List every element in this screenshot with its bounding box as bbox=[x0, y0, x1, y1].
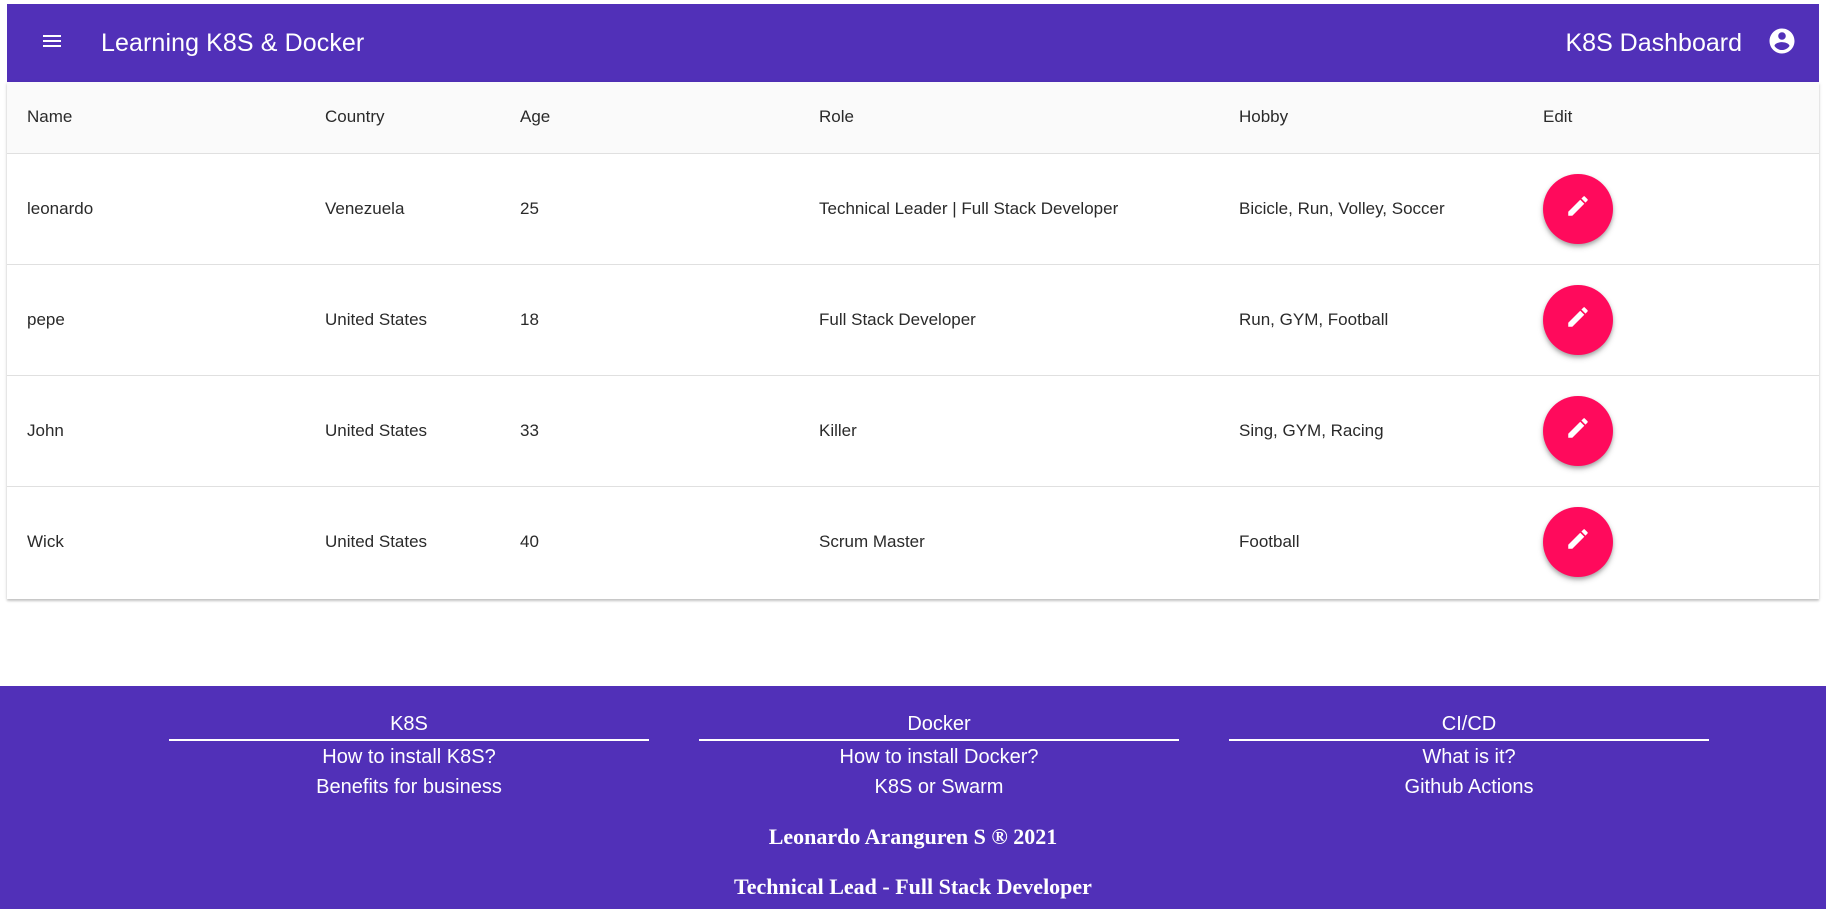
cell-age: 40 bbox=[520, 531, 539, 551]
footer-column-title: CI/CD bbox=[1229, 712, 1709, 741]
edit-button[interactable] bbox=[1543, 284, 1613, 355]
footer-column-title: K8S bbox=[169, 712, 649, 741]
footer-link[interactable]: Benefits for business bbox=[169, 772, 649, 802]
users-table: Name Country Age Role Hobby Edit leonard… bbox=[7, 82, 1819, 597]
table-header-row: Name Country Age Role Hobby Edit bbox=[7, 82, 1819, 154]
footer-column-title: Docker bbox=[699, 712, 1179, 741]
cell-edit bbox=[1543, 153, 1819, 265]
cell-age: 25 bbox=[520, 153, 819, 265]
footer-column-docker: Docker How to install Docker? K8S or Swa… bbox=[699, 712, 1179, 802]
cell-edit bbox=[1543, 375, 1819, 487]
pencil-icon bbox=[1565, 304, 1591, 335]
page: Learning K8S & Docker K8S Dashboard Name… bbox=[0, 0, 1826, 909]
column-header-country: Country bbox=[325, 82, 520, 154]
cell-hobby: Sing, GYM, Racing bbox=[1239, 375, 1543, 487]
cell-role: Technical Leader | Full Stack Developer bbox=[819, 153, 1239, 265]
column-header-name: Name bbox=[7, 82, 325, 154]
users-table-card: Name Country Age Role Hobby Edit leonard… bbox=[7, 82, 1819, 599]
app-title: Learning K8S & Docker bbox=[101, 28, 365, 57]
footer-role: Technical Lead - Full Stack Developer bbox=[734, 874, 1092, 899]
footer-link[interactable]: K8S or Swarm bbox=[699, 772, 1179, 802]
footer-column-k8s: K8S How to install K8S? Benefits for bus… bbox=[169, 712, 649, 802]
cell-country: United States bbox=[325, 264, 520, 376]
table-row: pepe United States 18 Full Stack Develop… bbox=[7, 264, 1819, 376]
cell-country: United States bbox=[325, 375, 520, 487]
cell-name: pepe bbox=[7, 264, 325, 376]
pencil-icon bbox=[1565, 526, 1591, 557]
cell-age: 18 bbox=[520, 264, 819, 376]
edit-button[interactable] bbox=[1543, 395, 1613, 466]
menu-button[interactable] bbox=[24, 15, 80, 71]
account-button[interactable] bbox=[1762, 23, 1802, 63]
column-header-age: Age bbox=[520, 82, 819, 154]
cell-age: 33 bbox=[520, 375, 819, 487]
cell-country: Venezuela bbox=[325, 153, 520, 265]
cell-country: United States bbox=[325, 531, 428, 551]
cell-name: John bbox=[7, 375, 325, 487]
cell-role: Scrum Master bbox=[819, 531, 925, 551]
footer-link[interactable]: What is it? bbox=[1229, 742, 1709, 772]
cell-edit bbox=[1543, 264, 1819, 376]
app-bar: Learning K8S & Docker K8S Dashboard bbox=[7, 4, 1819, 82]
footer-author: Leonardo Aranguren S ® 2021 bbox=[768, 824, 1058, 849]
hamburger-menu-icon bbox=[40, 29, 64, 58]
cell-edit bbox=[1543, 486, 1819, 597]
footer-link[interactable]: Github Actions bbox=[1229, 772, 1709, 802]
footer: K8S How to install K8S? Benefits for bus… bbox=[0, 686, 1826, 909]
account-circle-icon bbox=[1767, 26, 1797, 61]
column-header-role: Role bbox=[819, 82, 1239, 154]
footer-link[interactable]: How to install Docker? bbox=[699, 742, 1179, 772]
cell-hobby: Football bbox=[1239, 531, 1300, 551]
column-header-hobby: Hobby bbox=[1239, 82, 1543, 154]
edit-button[interactable] bbox=[1543, 173, 1613, 244]
edit-button[interactable] bbox=[1543, 506, 1613, 577]
cell-hobby: Bicicle, Run, Volley, Soccer bbox=[1239, 153, 1543, 265]
pencil-icon bbox=[1565, 193, 1591, 224]
footer-column-cicd: CI/CD What is it? Github Actions bbox=[1229, 712, 1709, 802]
table-row: leonardo Venezuela 25 Technical Leader |… bbox=[7, 153, 1819, 265]
table-row: Wick United States 40 Scrum Master Footb… bbox=[7, 486, 1819, 597]
footer-link[interactable]: How to install K8S? bbox=[169, 742, 649, 772]
cell-role: Killer bbox=[819, 375, 1239, 487]
cell-name: Wick bbox=[27, 531, 64, 551]
k8s-dashboard-link[interactable]: K8S Dashboard bbox=[1565, 29, 1742, 58]
table-row: John United States 33 Killer Sing, GYM, … bbox=[7, 375, 1819, 487]
cell-role: Full Stack Developer bbox=[819, 264, 1239, 376]
cell-name: leonardo bbox=[7, 153, 325, 265]
pencil-icon bbox=[1565, 415, 1591, 446]
cell-hobby: Run, GYM, Football bbox=[1239, 264, 1543, 376]
column-header-edit: Edit bbox=[1543, 82, 1819, 154]
